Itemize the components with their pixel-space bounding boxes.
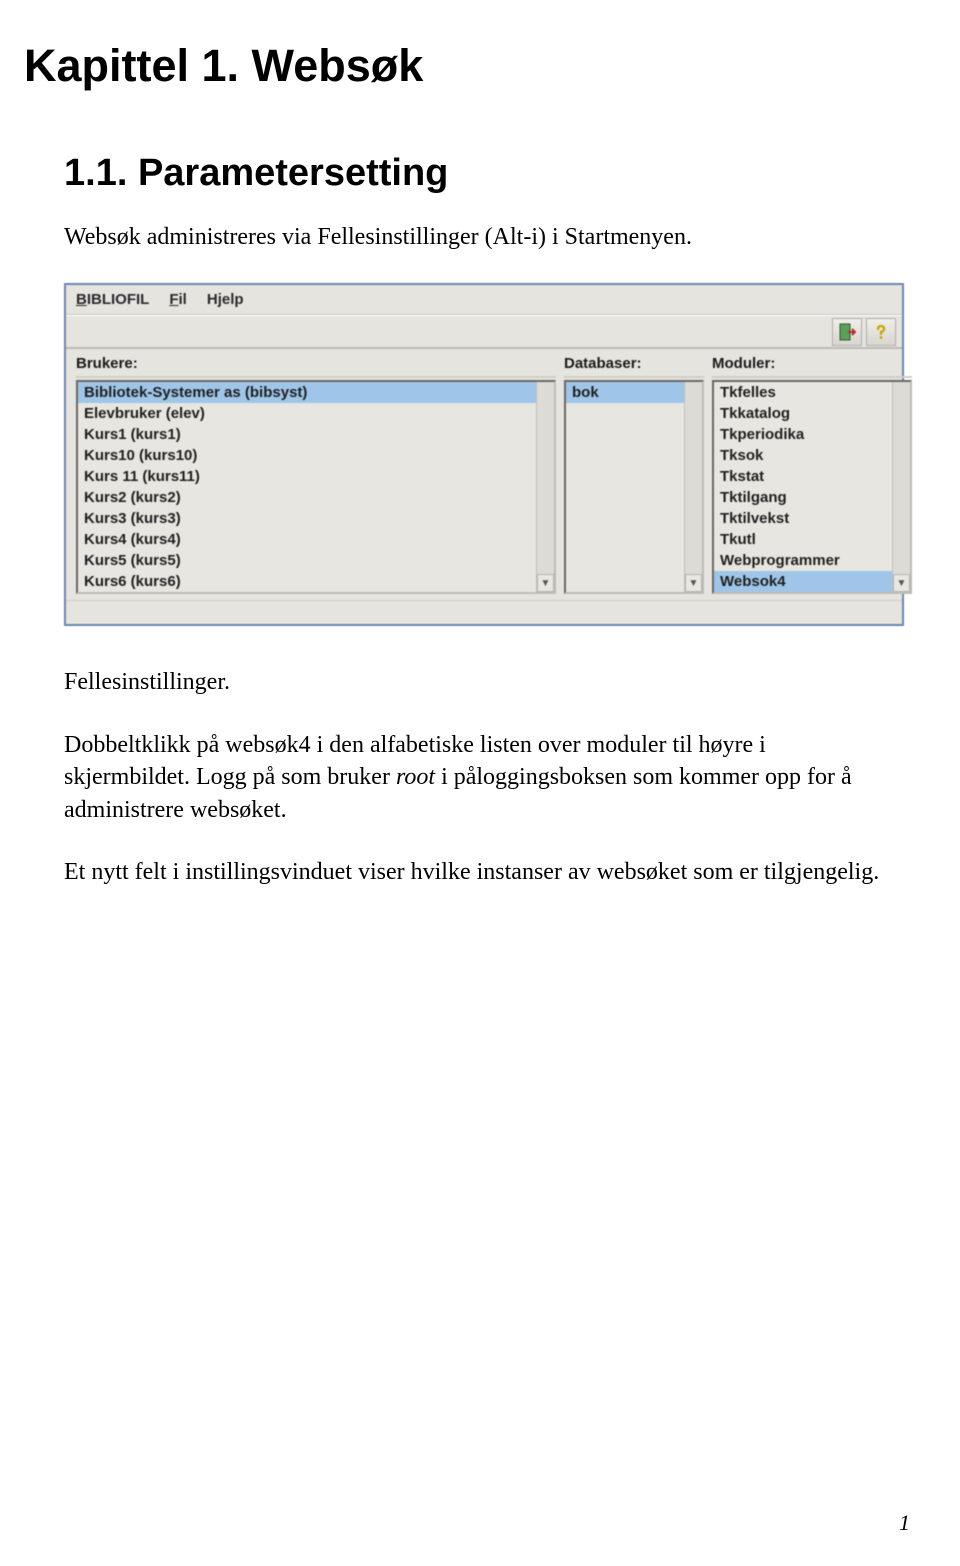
- header-databaser: Databaser:: [564, 355, 704, 378]
- screenshot-figure: BIBLIOFIL Fil Hjelp Brukere: Databaser:: [64, 283, 904, 626]
- section-title: 1.1. Parametersetting: [64, 152, 920, 195]
- brukere-item[interactable]: Kurs3 (kurs3): [78, 508, 536, 529]
- text-fragment-italic: root: [396, 764, 435, 790]
- list-row: Bibliotek-Systemer as (bibsyst)Elevbruke…: [66, 380, 902, 600]
- databaser-item[interactable]: bok: [566, 382, 684, 403]
- menu-hjelp[interactable]: Hjelp: [207, 291, 244, 308]
- text-fragment: i Startmenyen.: [546, 224, 692, 250]
- brukere-item[interactable]: Kurs10 (kurs10): [78, 445, 536, 466]
- menu-mnemonic: F: [169, 291, 178, 308]
- moduler-listbox[interactable]: TkfellesTkkatalogTkperiodikaTksokTkstatT…: [712, 380, 912, 594]
- brukere-item[interactable]: Bibliotek-Systemer as (bibsyst): [78, 382, 536, 403]
- menu-bibliofil[interactable]: BIBLIOFIL: [76, 291, 149, 308]
- text-fragment: Websøk administreres via: [64, 224, 317, 250]
- scroll-track[interactable]: [685, 382, 702, 574]
- column-headers: Brukere: Databaser: Moduler:: [66, 349, 902, 380]
- menu-rest: il: [179, 291, 187, 308]
- toolbar: [66, 315, 902, 349]
- brukere-item[interactable]: Kurs2 (kurs2): [78, 487, 536, 508]
- chapter-title: Kapittel 1. Websøk: [24, 40, 920, 92]
- moduler-item[interactable]: Tksok: [714, 445, 892, 466]
- moduler-item[interactable]: Websok4: [714, 571, 892, 592]
- brukere-item[interactable]: Kurs4 (kurs4): [78, 529, 536, 550]
- brukere-item[interactable]: Kurs 11 (kurs11): [78, 466, 536, 487]
- brukere-item[interactable]: Kurs1 (kurs1): [78, 424, 536, 445]
- scroll-track[interactable]: [893, 382, 910, 574]
- databaser-listbox[interactable]: bok ▼: [564, 380, 704, 594]
- help-button[interactable]: [866, 318, 896, 346]
- moduler-item[interactable]: Tkkatalog: [714, 403, 892, 424]
- scrollbar[interactable]: ▼: [892, 382, 910, 592]
- brukere-listbox[interactable]: Bibliotek-Systemer as (bibsyst)Elevbruke…: [76, 380, 556, 594]
- scroll-track[interactable]: [537, 382, 554, 574]
- window-footer: [66, 600, 902, 624]
- paragraph-instruction-1: Dobbeltklikk på websøk4 i den alfabetisk…: [64, 729, 890, 826]
- moduler-item[interactable]: Tkfelles: [714, 382, 892, 403]
- scrollbar[interactable]: ▼: [536, 382, 554, 592]
- scrollbar[interactable]: ▼: [684, 382, 702, 592]
- door-exit-icon: [838, 323, 856, 341]
- paragraph-caption: Fellesinstillinger.: [64, 666, 890, 698]
- scroll-down-icon[interactable]: ▼: [537, 574, 554, 592]
- moduler-item[interactable]: Tkperiodika: [714, 424, 892, 445]
- brukere-item[interactable]: Kurs5 (kurs5): [78, 550, 536, 571]
- close-button[interactable]: [832, 318, 862, 346]
- page-number: 1: [899, 1510, 910, 1536]
- header-brukere: Brukere:: [76, 355, 556, 378]
- menubar: BIBLIOFIL Fil Hjelp: [66, 285, 902, 315]
- app-window: BIBLIOFIL Fil Hjelp Brukere: Databaser:: [64, 283, 904, 626]
- scroll-down-icon[interactable]: ▼: [893, 574, 910, 592]
- paragraph-instruction-2: Et nytt felt i instillingsvinduet viser …: [64, 856, 890, 888]
- moduler-item[interactable]: Tktilgang: [714, 487, 892, 508]
- paragraph-intro: Websøk administreres via Fellesinstillin…: [64, 221, 890, 253]
- header-moduler: Moduler:: [712, 355, 912, 378]
- brukere-item[interactable]: Kurs6 (kurs6): [78, 571, 536, 592]
- brukere-item[interactable]: Elevbruker (elev): [78, 403, 536, 424]
- help-icon: [872, 323, 890, 341]
- moduler-item[interactable]: Tktilvekst: [714, 508, 892, 529]
- menu-fil[interactable]: Fil: [169, 291, 187, 308]
- moduler-item[interactable]: Tkutl: [714, 529, 892, 550]
- moduler-item[interactable]: Tkstat: [714, 466, 892, 487]
- moduler-item[interactable]: Webprogrammer: [714, 550, 892, 571]
- text-fragment-emphasis: Fellesinstillinger (Alt-i): [317, 224, 546, 250]
- scroll-down-icon[interactable]: ▼: [685, 574, 702, 592]
